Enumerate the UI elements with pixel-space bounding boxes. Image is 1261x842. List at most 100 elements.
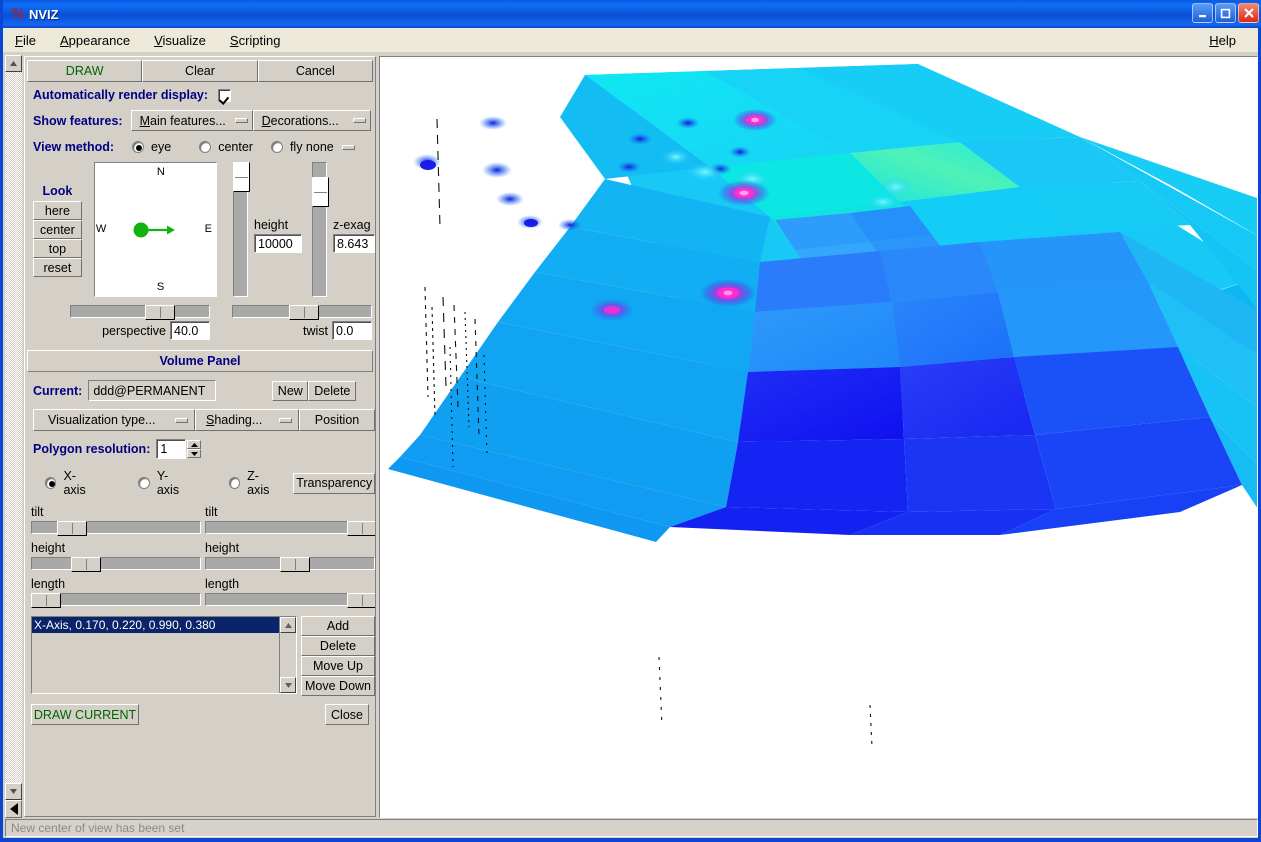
compass-widget[interactable]: N S E W	[94, 162, 217, 297]
title-bar: % NVIZ	[3, 0, 1261, 28]
height-slider-thumb[interactable]	[233, 162, 250, 192]
slice-listbox[interactable]: X-Axis, 0.170, 0.220, 0.990, 0.380	[31, 616, 297, 694]
cancel-button[interactable]: Cancel	[258, 60, 373, 82]
volume-options-row: Visualization type... Shading... Positio…	[33, 409, 375, 431]
look-reset-button[interactable]: reset	[33, 258, 82, 277]
twist-slider-track[interactable]	[232, 305, 372, 318]
position-button[interactable]: Position	[299, 409, 375, 431]
slice-left-tilt-track[interactable]	[31, 521, 201, 534]
slice-left-height-track[interactable]	[31, 557, 201, 570]
close-button[interactable]	[1238, 3, 1259, 23]
menu-file[interactable]: File	[3, 31, 48, 50]
decorations-menubutton[interactable]: Decorations...	[253, 110, 371, 131]
panel-collapse-button[interactable]	[5, 800, 22, 818]
nviz-logo-icon: %	[8, 6, 26, 23]
zexag-value-field[interactable]: 8.643	[333, 234, 375, 253]
slice-right-height-thumb[interactable]	[280, 557, 310, 572]
view-method-label-eye: eye	[151, 140, 171, 154]
slice-left-height-thumb[interactable]	[71, 557, 101, 572]
twist-value-field[interactable]: 0.0	[332, 321, 372, 340]
clear-button[interactable]: Clear	[142, 60, 257, 82]
slice-left-length-thumb[interactable]	[31, 593, 61, 608]
menu-help[interactable]: Help	[1197, 31, 1248, 50]
window-controls	[1192, 3, 1259, 23]
shading-menubutton[interactable]: Shading...	[195, 409, 299, 431]
scroll-up-button[interactable]	[5, 55, 22, 72]
minimize-button[interactable]	[1192, 3, 1213, 23]
slice-right-height-track[interactable]	[205, 557, 375, 570]
bottom-action-row: DRAW CURRENT Close	[31, 704, 369, 725]
perspective-slider-track[interactable]	[70, 305, 210, 318]
perspective-slider-thumb[interactable]	[145, 305, 175, 320]
height-slider-label: height	[254, 218, 302, 232]
axis-label-y: Y-axis	[157, 469, 189, 497]
look-here-button[interactable]: here	[33, 201, 82, 220]
draw-current-button[interactable]: DRAW CURRENT	[31, 704, 139, 725]
view-method-radio-center[interactable]	[199, 141, 211, 153]
slice-listbox-scrollbar[interactable]	[279, 617, 296, 693]
slice-right-tilt-thumb[interactable]	[347, 521, 376, 536]
move-up-button[interactable]: Move Up	[301, 656, 375, 676]
main-features-menubutton[interactable]: Main features...	[131, 110, 253, 131]
axis-radio-x[interactable]	[45, 477, 56, 489]
triangle-down-icon	[10, 789, 17, 794]
draw-button[interactable]: DRAW	[27, 60, 142, 82]
render-viewport[interactable]	[379, 56, 1258, 818]
scroll-track[interactable]	[5, 72, 22, 783]
slice-right-length-track[interactable]	[205, 593, 375, 606]
menu-appearance[interactable]: Appearance	[48, 31, 142, 50]
decorations-accel: D	[262, 114, 271, 128]
auto-render-label: Automatically render display:	[33, 88, 208, 102]
slice-right-tilt-track[interactable]	[205, 521, 375, 534]
add-slice-button[interactable]: Add	[301, 616, 375, 636]
window-title: NVIZ	[29, 7, 59, 22]
new-volume-button[interactable]: New	[272, 381, 308, 401]
polygon-resolution-stepper[interactable]	[187, 440, 201, 458]
menu-bar: File Appearance Visualize Scripting Help	[3, 28, 1258, 52]
control-panel: DRAW Clear Cancel Automatically render d…	[24, 56, 376, 817]
view-method-radio-eye[interactable]	[132, 141, 144, 153]
twist-value-row: twist 0.0	[232, 321, 372, 340]
delete-slice-button[interactable]: Delete	[301, 636, 375, 656]
twist-slider-thumb[interactable]	[289, 305, 319, 320]
slice-list-scroll-down[interactable]	[280, 677, 296, 693]
auto-render-checkbox[interactable]	[218, 89, 231, 102]
main-features-label: ain features...	[150, 114, 226, 128]
slice-left-tilt-thumb[interactable]	[57, 521, 87, 536]
height-slider-track[interactable]	[233, 162, 248, 297]
zexag-slider-labelgroup: z-exag 8.643	[333, 218, 375, 297]
height-value-field[interactable]: 10000	[254, 234, 302, 253]
menu-visualize[interactable]: Visualize	[142, 31, 218, 50]
axis-radio-y[interactable]	[138, 477, 149, 489]
visualization-type-menubutton[interactable]: Visualization type...	[33, 409, 195, 431]
polygon-resolution-field[interactable]: 1	[156, 439, 186, 459]
panel-vertical-scrollbar[interactable]	[5, 55, 22, 818]
menu-scripting-rest: cripting	[239, 33, 281, 48]
scroll-down-button[interactable]	[5, 783, 22, 800]
axis-label-z: Z-axis	[247, 469, 279, 497]
perspective-value-field[interactable]: 40.0	[170, 321, 210, 340]
zexag-slider-thumb[interactable]	[312, 177, 329, 207]
slice-right-length-thumb[interactable]	[347, 593, 376, 608]
zexag-slider-track[interactable]	[312, 162, 327, 297]
slice-right-tilt-label: tilt	[205, 505, 375, 519]
fly-mode-dropdown-icon	[342, 145, 355, 150]
slice-list-item[interactable]: X-Axis, 0.170, 0.220, 0.990, 0.380	[32, 617, 284, 633]
slice-list-scroll-up[interactable]	[280, 617, 296, 633]
move-down-button[interactable]: Move Down	[301, 676, 375, 696]
polygon-resolution-decrement[interactable]	[187, 449, 201, 458]
current-volume-value: ddd@PERMANENT	[88, 380, 216, 401]
delete-volume-button[interactable]: Delete	[308, 381, 356, 401]
polygon-resolution-increment[interactable]	[187, 440, 201, 449]
close-panel-button[interactable]: Close	[325, 704, 369, 725]
menu-scripting[interactable]: Scripting	[218, 31, 293, 50]
slice-left-length-track[interactable]	[31, 593, 201, 606]
transparency-button[interactable]: Transparency	[293, 473, 375, 494]
show-features-label: Show features:	[33, 114, 123, 128]
current-volume-row: Current: ddd@PERMANENT New Delete	[33, 380, 375, 401]
view-method-radio-fly-none[interactable]	[271, 141, 283, 153]
look-top-button[interactable]: top	[33, 239, 82, 258]
maximize-button[interactable]	[1215, 3, 1236, 23]
look-center-button[interactable]: center	[33, 220, 82, 239]
axis-radio-z[interactable]	[229, 477, 240, 489]
